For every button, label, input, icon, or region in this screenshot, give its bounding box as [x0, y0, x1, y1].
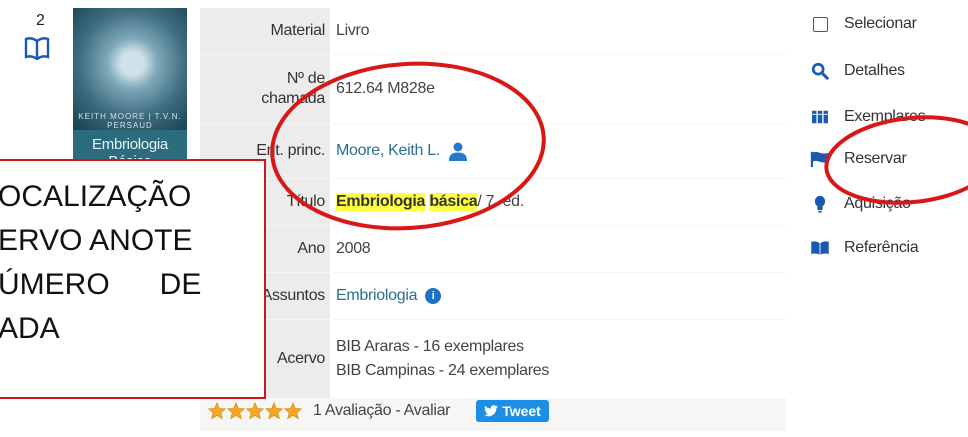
title-rest: / 7. ed.: [477, 193, 524, 210]
annotation-text: OCALIZAÇÃO ERVO ANOTE ÚMERO DE ADA: [0, 175, 258, 351]
magnifier-icon: [810, 61, 830, 81]
result-rank: 2: [36, 12, 45, 29]
info-icon[interactable]: i: [425, 288, 442, 304]
rating-bar: 1 Avaliação - Avaliar Tweet: [208, 400, 549, 422]
action-acquisition[interactable]: Aquisição: [810, 194, 911, 214]
action-details-label: Detalhes: [844, 62, 905, 79]
label-call-number-line1: Nº de: [286, 70, 325, 87]
action-copies[interactable]: Exemplares: [810, 107, 926, 127]
checkbox-icon[interactable]: [810, 14, 830, 34]
action-reference[interactable]: Referência: [810, 238, 919, 258]
tweet-label: Tweet: [502, 403, 541, 419]
value-material: Livro: [330, 8, 786, 54]
call-number: 612.64 M828e: [336, 80, 435, 97]
action-details[interactable]: Detalhes: [810, 61, 905, 81]
label-material: Material: [200, 8, 330, 54]
annotation-line-4: ADA: [0, 312, 60, 345]
open-book-icon: [24, 37, 50, 60]
star-icon[interactable]: [265, 402, 283, 420]
value-call-number: 612.64 M828e: [330, 55, 786, 123]
lightbulb-icon: [810, 194, 830, 214]
rating-link[interactable]: 1 Avaliação - Avaliar: [313, 402, 451, 420]
star-icon[interactable]: [208, 402, 226, 420]
action-reserve-label: Reservar: [844, 150, 907, 167]
row-year: Ano 2008: [200, 226, 786, 272]
record-details: Material Livro Nº de chamada 612.64 M828…: [200, 8, 786, 431]
annotation-line-1: OCALIZAÇÃO: [0, 180, 192, 213]
value-main-entry: Moore, Keith L.: [330, 124, 786, 178]
star-icon[interactable]: [284, 402, 302, 420]
value-title: Embriologia básica / 7. ed.: [330, 179, 786, 225]
star-icon[interactable]: [246, 402, 264, 420]
value-year: 2008: [330, 226, 786, 272]
row-holdings: Acervo BIB Araras - 16 exemplares BIB Ca…: [200, 320, 786, 398]
tweet-button[interactable]: Tweet: [476, 400, 549, 422]
value-subjects: Embriologia i: [330, 273, 786, 319]
star-rating[interactable]: [208, 402, 303, 420]
author-link[interactable]: Moore, Keith L.: [336, 142, 440, 160]
annotation-line-2: ERVO ANOTE: [0, 224, 193, 257]
action-select[interactable]: Selecionar: [810, 14, 917, 34]
action-copies-label: Exemplares: [844, 108, 926, 125]
row-title: Título Embriologia básica / 7. ed.: [200, 179, 786, 225]
star-icon[interactable]: [227, 402, 245, 420]
row-main-entry: Ent. princ. Moore, Keith L.: [200, 124, 786, 178]
person-icon[interactable]: [448, 141, 468, 161]
action-reference-label: Referência: [844, 239, 919, 256]
subject-link[interactable]: Embriologia: [336, 287, 417, 305]
annotation-line-3: ÚMERO DE: [0, 268, 202, 301]
row-call-number: Nº de chamada 612.64 M828e: [200, 55, 786, 123]
twitter-bird-icon: [484, 405, 499, 417]
book-cover[interactable]: KEITH MOORE | T.V.N. PERSAUD Embriologia…: [73, 8, 187, 162]
cover-author: KEITH MOORE | T.V.N. PERSAUD: [78, 112, 182, 130]
action-select-label: Selecionar: [844, 15, 917, 32]
title-highlight-2[interactable]: básica: [429, 193, 478, 211]
books-icon: [810, 107, 830, 127]
action-reserve[interactable]: Reservar: [810, 149, 907, 169]
title-highlight-1[interactable]: Embriologia: [336, 193, 425, 211]
label-call-number: Nº de chamada: [200, 55, 330, 123]
open-book-icon: [810, 238, 830, 258]
action-acquisition-label: Aquisição: [844, 195, 911, 212]
annotation-callout: OCALIZAÇÃO ERVO ANOTE ÚMERO DE ADA: [0, 159, 266, 399]
row-subjects: Assuntos Embriologia i: [200, 273, 786, 319]
value-holdings: BIB Araras - 16 exemplares BIB Campinas …: [330, 320, 786, 398]
flag-icon: [810, 149, 830, 169]
label-call-number-line2: chamada: [261, 90, 325, 107]
holdings-line-1[interactable]: BIB Araras - 16 exemplares: [336, 335, 524, 359]
holdings-line-2[interactable]: BIB Campinas - 24 exemplares: [336, 359, 549, 383]
row-material: Material Livro: [200, 8, 786, 54]
